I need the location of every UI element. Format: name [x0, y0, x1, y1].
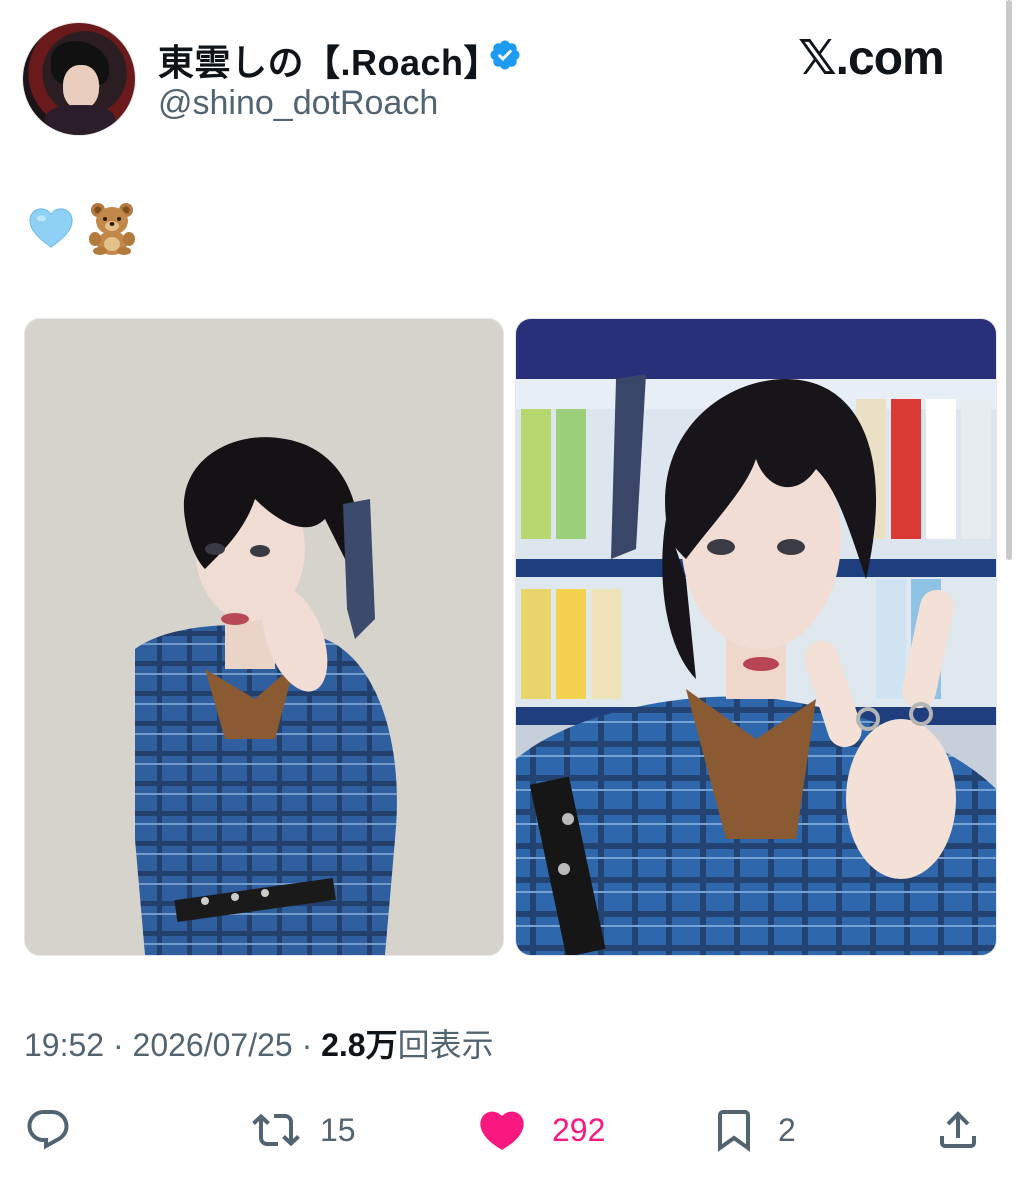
tweet-text [28, 198, 138, 258]
media-photo-2[interactable] [515, 318, 997, 956]
meta-separator: · [292, 1027, 322, 1063]
retweet-icon [250, 1104, 302, 1156]
photo-2-image [516, 319, 996, 955]
user-handle[interactable]: @shino_dotRoach [158, 84, 438, 123]
bookmark-count: 2 [778, 1111, 796, 1148]
share-button[interactable] [932, 1100, 984, 1160]
bookmark-button[interactable]: 2 [708, 1100, 796, 1160]
views-count: 2.8 [321, 1027, 366, 1063]
scrollbar[interactable] [1006, 0, 1012, 560]
bookmark-icon [708, 1104, 760, 1156]
avatar-face [63, 65, 99, 109]
photo-1-image [25, 319, 503, 955]
display-name[interactable]: 東雲しの【.Roach】 [158, 34, 500, 86]
avatar[interactable] [22, 22, 136, 136]
tweet-meta: 19:52 · 2026/07/25 · 2.8万回表示 [24, 1020, 494, 1066]
retweet-button[interactable]: 15 [250, 1100, 356, 1160]
reply-button[interactable] [22, 1100, 74, 1160]
reply-icon [22, 1104, 74, 1156]
like-count: 292 [552, 1111, 606, 1148]
tweet-time[interactable]: 19:52 [24, 1027, 104, 1063]
avatar-collar [45, 105, 115, 135]
media-photo-1[interactable] [24, 318, 504, 956]
share-icon [932, 1104, 984, 1156]
tweet-date[interactable]: 2026/07/25 [133, 1027, 293, 1063]
views-label: 回表示 [397, 1027, 494, 1063]
meta-separator: · [104, 1027, 133, 1063]
retweet-count: 15 [320, 1111, 356, 1148]
teddy-bear-emoji [89, 203, 135, 255]
x-com-logo: 𝕏.com [798, 32, 945, 85]
light-blue-heart-emoji [29, 208, 73, 248]
views-unit: 万 [365, 1027, 398, 1063]
heart-icon [476, 1104, 528, 1156]
verified-badge-icon [490, 40, 520, 70]
like-button[interactable]: 292 [476, 1100, 605, 1160]
